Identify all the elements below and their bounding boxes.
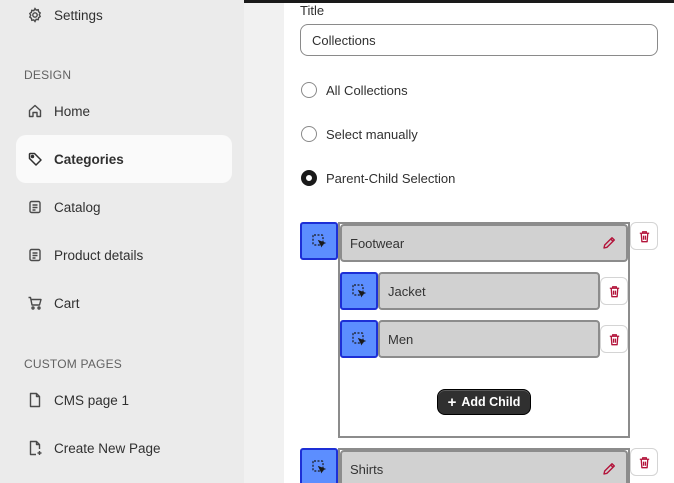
sidebar-item-label: Settings (54, 7, 103, 23)
radio-parent-child-selection[interactable]: Parent-Child Selection (301, 170, 455, 186)
radio-all-collections[interactable]: All Collections (301, 82, 408, 98)
drag-icon (312, 460, 327, 474)
page-add-icon (27, 440, 43, 456)
sidebar-item-catalog[interactable]: Catalog (16, 183, 232, 231)
delete-parent-button[interactable] (630, 222, 658, 250)
content-gutter (244, 0, 284, 483)
section-label-custom-pages: CUSTOM PAGES (24, 357, 122, 371)
sidebar: Settings DESIGN Home Categories Catalog … (0, 0, 244, 483)
child-item-label: Jacket (388, 283, 426, 299)
sidebar-item-categories[interactable]: Categories (16, 135, 232, 183)
parent-item-footwear[interactable]: Footwear (340, 224, 628, 262)
sidebar-item-label: Create New Page (54, 440, 161, 456)
child-item-jacket[interactable]: Jacket (378, 272, 600, 310)
page-icon (27, 392, 43, 408)
trash-icon (609, 333, 619, 345)
cart-icon (27, 295, 43, 311)
radio-circle[interactable] (301, 82, 317, 98)
sidebar-item-home[interactable]: Home (16, 87, 232, 135)
sidebar-item-product-details[interactable]: Product details (16, 231, 232, 279)
add-child-button[interactable]: + Add Child (437, 389, 531, 415)
title-input[interactable] (300, 24, 658, 56)
drag-handle-child[interactable] (340, 320, 378, 358)
trash-icon (639, 230, 649, 242)
radio-select-manually[interactable]: Select manually (301, 126, 418, 142)
parent-item-label: Shirts (350, 461, 384, 477)
delete-parent-button[interactable] (630, 448, 658, 476)
catalog-icon (27, 199, 43, 215)
sidebar-item-label: Cart (54, 295, 80, 311)
sidebar-item-label: Home (54, 103, 91, 119)
radio-circle[interactable] (301, 126, 317, 142)
drag-icon (312, 234, 327, 248)
sidebar-item-label: Product details (54, 247, 144, 263)
section-label-design: DESIGN (24, 68, 72, 82)
sidebar-item-label: Catalog (54, 199, 101, 215)
drag-handle-parent[interactable] (300, 222, 338, 260)
add-child-label: Add Child (461, 395, 521, 409)
sidebar-item-create-new-page[interactable]: Create New Page (16, 424, 232, 472)
radio-label: Select manually (326, 126, 418, 142)
sidebar-item-settings[interactable]: Settings (16, 0, 232, 39)
drag-handle-parent[interactable] (300, 448, 338, 483)
drag-icon (352, 332, 367, 346)
trash-icon (609, 285, 619, 297)
pencil-icon[interactable] (601, 461, 617, 477)
radio-circle-checked[interactable] (301, 170, 317, 186)
sidebar-item-cms-page-1[interactable]: CMS page 1 (16, 376, 232, 424)
title-label: Title (300, 3, 325, 18)
radio-label: All Collections (326, 82, 408, 98)
tag-icon (27, 151, 43, 167)
delete-child-button[interactable] (600, 325, 628, 353)
delete-child-button[interactable] (600, 277, 628, 305)
parent-item-shirts[interactable]: Shirts (340, 450, 628, 483)
home-icon (27, 103, 43, 119)
pencil-icon[interactable] (601, 235, 617, 251)
sidebar-item-label: Categories (54, 151, 124, 167)
child-item-label: Men (388, 331, 414, 347)
trash-icon (639, 456, 649, 468)
drag-handle-child[interactable] (340, 272, 378, 310)
parent-item-label: Footwear (350, 235, 405, 251)
sidebar-item-cart[interactable]: Cart (16, 279, 232, 327)
radio-label: Parent-Child Selection (326, 170, 456, 186)
gear-icon (27, 7, 43, 23)
plus-icon: + (447, 393, 457, 411)
drag-icon (352, 284, 367, 298)
product-details-icon (27, 247, 43, 263)
sidebar-item-label: CMS page 1 (54, 392, 130, 408)
child-item-men[interactable]: Men (378, 320, 600, 358)
